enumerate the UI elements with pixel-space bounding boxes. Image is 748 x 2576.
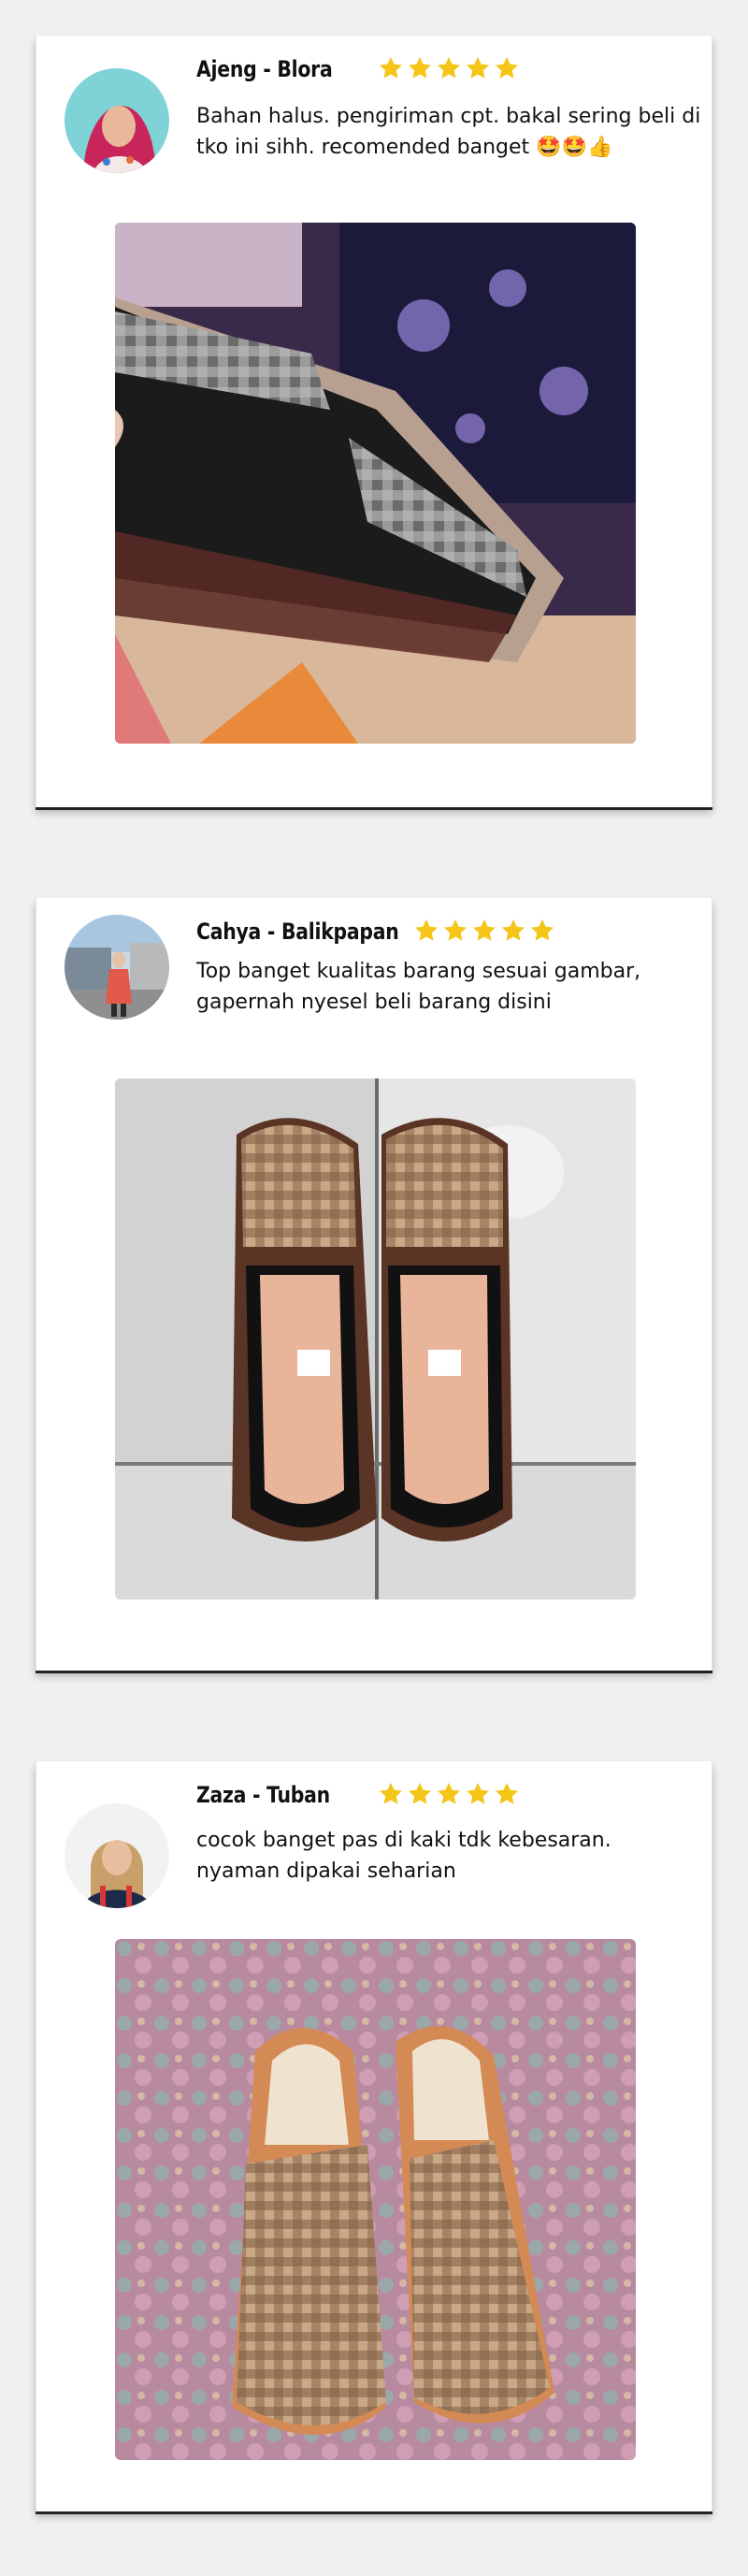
star-rating [413,918,555,944]
product-photo-image [115,223,636,744]
star-icon [442,918,468,944]
review-card: Cahya - Balikpapan Top banget kualitas b… [36,898,712,1671]
star-icon [436,55,462,81]
star-rating [378,1781,520,1807]
avatar-image [65,915,169,1020]
reviewer-name: Zaza - Tuban [196,1782,330,1808]
star-icon [407,55,433,81]
reviewer-avatar [65,915,169,1020]
reviewer-avatar [65,68,169,173]
star-icon [471,918,497,944]
star-icon [500,918,526,944]
review-text: cocok banget pas di kaki tdk kebesaran. … [196,1829,611,1883]
reviewer-avatar [65,1803,169,1908]
review-text: Bahan halus. pengiriman cpt. bakal serin… [196,105,701,159]
review-text: Top banget kualitas barang sesuai gambar… [196,960,641,1014]
star-icon [413,918,439,944]
review-card: Ajeng - Blora Bahan halus. pengiriman cp… [36,36,712,807]
avatar-image [65,1803,169,1908]
star-icon [529,918,555,944]
product-photo-image [115,1939,636,2460]
star-icon [465,55,491,81]
star-icon [494,55,520,81]
star-icon [465,1781,491,1807]
review-photo[interactable] [115,1078,636,1599]
review-photo[interactable] [115,1939,636,2460]
reviewer-name: Ajeng - Blora [196,56,333,82]
reviewer-name: Cahya - Balikpapan [196,919,399,945]
star-icon [436,1781,462,1807]
star-icon [407,1781,433,1807]
product-photo-image [115,1078,636,1599]
review-card: Zaza - Tuban cocok banget pas di kaki td… [36,1761,712,2511]
review-photo[interactable] [115,223,636,744]
star-icon [494,1781,520,1807]
star-icon [378,55,404,81]
avatar-image [65,68,169,173]
star-rating [378,55,520,81]
star-icon [378,1781,404,1807]
